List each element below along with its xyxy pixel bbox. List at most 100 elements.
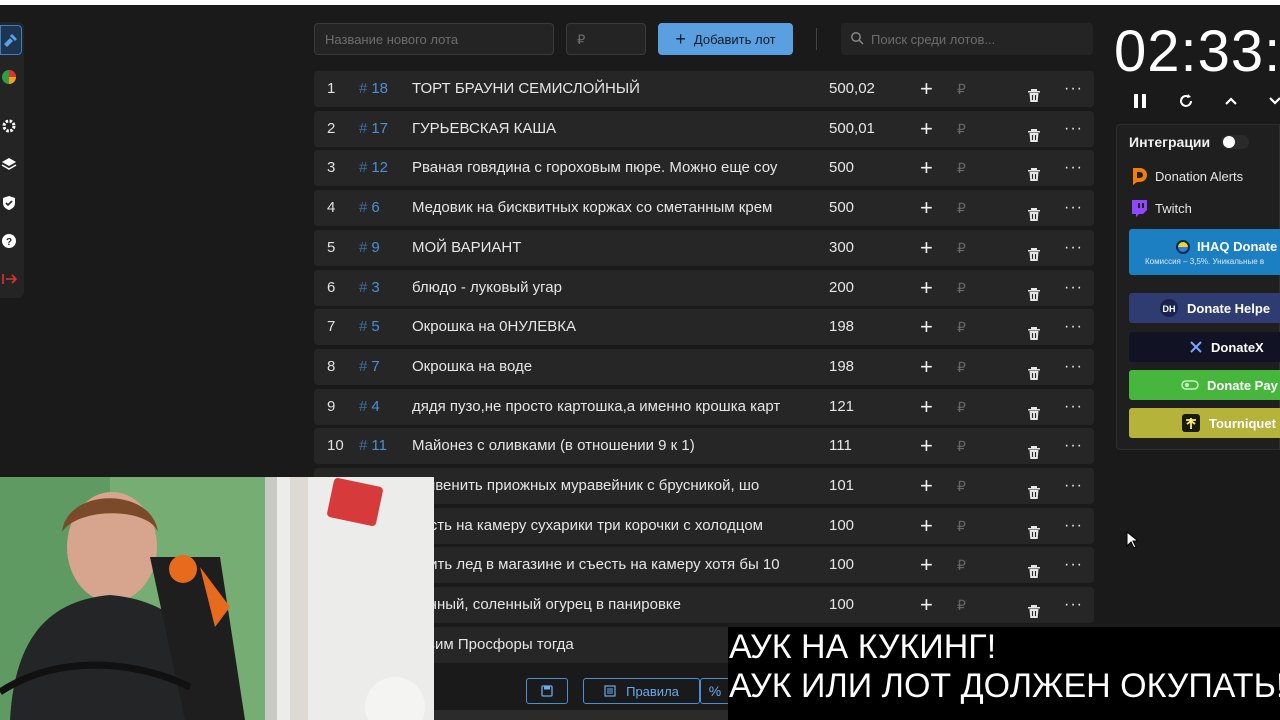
lot-amount[interactable]: 198 (829, 349, 854, 385)
gear-icon[interactable] (0, 117, 18, 135)
more-menu-button[interactable]: ··· (1064, 468, 1083, 504)
lot-amount[interactable]: 101 (829, 468, 854, 504)
ihaq-donate-button[interactable]: IHAQ Donate Комиссия – 3,5%. Уникальные … (1129, 229, 1280, 275)
add-amount-button[interactable]: + (920, 309, 933, 345)
lot-row[interactable]: 3 #12 Рваная говядина с гороховым пюре. Мо… (314, 150, 1094, 187)
shield-icon[interactable] (0, 194, 18, 212)
lot-name[interactable]: ГУРЬЕВСКАЯ КАША (412, 111, 796, 147)
lot-name[interactable]: ъесть на камеру сухарики три корочки с х… (412, 508, 796, 544)
lot-name[interactable]: МОЙ ВАРИАНТ (412, 230, 796, 266)
more-menu-button[interactable]: ··· (1064, 508, 1083, 544)
rules-button[interactable]: Правила (583, 678, 700, 704)
add-amount-button[interactable]: + (920, 111, 933, 147)
add-amount-button[interactable]: + (920, 587, 933, 623)
percent-button[interactable]: % (700, 678, 730, 704)
trash-icon[interactable] (1026, 518, 1042, 539)
trash-icon[interactable] (1026, 280, 1042, 301)
lot-amount[interactable]: 111 (829, 428, 852, 464)
help-icon[interactable]: ? (0, 232, 18, 250)
trash-icon[interactable] (1026, 597, 1042, 619)
lot-row[interactable]: 4 #6 Медовик на бисквитных коржах со смета… (314, 190, 1094, 227)
save-button[interactable] (526, 678, 568, 704)
pie-chart-icon[interactable] (0, 68, 18, 86)
trash-icon[interactable] (1026, 478, 1042, 499)
donate-helper-button[interactable]: DH Donate Helpe (1129, 293, 1280, 323)
lot-name[interactable]: Рваная говядина с гороховым пюре. Можно … (412, 150, 796, 186)
lot-name[interactable]: отивенить приожных муравейник с бруснико… (412, 468, 796, 504)
more-menu-button[interactable]: ··· (1064, 150, 1083, 186)
more-menu-button[interactable]: ··· (1064, 270, 1083, 306)
lot-id-link[interactable]: #18 (359, 71, 388, 107)
lot-amount[interactable]: 300 (829, 230, 854, 266)
chevron-down-icon[interactable] (1264, 90, 1280, 112)
lot-row[interactable]: 8 #7 Окрошка на воде 198 + ₽ ··· (314, 348, 1094, 385)
gavel-icon[interactable] (0, 25, 22, 55)
donate-pay-button[interactable]: Donate Pay (1129, 370, 1280, 400)
lot-row[interactable]: 9 #4 дядя пузо,не просто картошка,а именно… (314, 388, 1094, 425)
trash-icon[interactable] (1026, 319, 1042, 341)
lot-amount[interactable]: 500 (829, 190, 854, 226)
lot-name[interactable]: Медовик на бисквитных коржах со сметанны… (412, 190, 796, 226)
lot-amount[interactable]: 200 (829, 270, 854, 306)
lot-id-link[interactable]: #9 (359, 230, 380, 266)
trash-icon[interactable] (1026, 438, 1042, 460)
integrations-toggle[interactable] (1221, 135, 1249, 149)
lot-name[interactable]: Окрошка на воде (412, 349, 796, 385)
add-lot-button[interactable]: + Добавить лот (658, 23, 793, 55)
lot-name[interactable]: Майонез с оливками (в отношении 9 к 1) (412, 428, 796, 464)
logout-icon[interactable] (0, 270, 18, 288)
lot-name[interactable]: блюдо - луковый угар (412, 270, 796, 306)
lot-row[interactable]: 2 #17 ГУРЬЕВСКАЯ КАША 500,01 + ₽ ··· (314, 110, 1094, 147)
lot-id-link[interactable]: #12 (359, 150, 388, 186)
integration-twitch[interactable]: Twitch (1129, 197, 1192, 219)
add-amount-button[interactable]: + (920, 270, 933, 306)
more-menu-button[interactable]: ··· (1064, 230, 1083, 266)
add-amount-button[interactable]: + (920, 428, 933, 464)
lot-amount[interactable]: 100 (829, 508, 854, 544)
add-amount-button[interactable]: + (920, 150, 933, 186)
more-menu-button[interactable]: ··· (1064, 547, 1083, 583)
add-amount-button[interactable]: + (920, 389, 933, 425)
tourniquet-button[interactable]: Tourniquet (1129, 408, 1280, 438)
lot-amount[interactable]: 100 (829, 587, 854, 623)
lot-amount[interactable]: 500,01 (829, 111, 875, 147)
lot-amount[interactable]: 100 (829, 547, 854, 583)
lot-name-input[interactable] (314, 23, 554, 55)
trash-icon[interactable] (1026, 160, 1042, 182)
lot-id-link[interactable]: #3 (359, 270, 380, 306)
lot-row[interactable]: 6 #3 блюдо - луковый угар 200 + ₽ ··· (314, 269, 1094, 306)
lot-name[interactable]: илить лед в магазине и съесть на камеру … (412, 547, 796, 583)
add-amount-button[interactable]: + (920, 71, 933, 107)
more-menu-button[interactable]: ··· (1064, 428, 1083, 464)
chevron-up-icon[interactable] (1220, 90, 1242, 112)
add-amount-button[interactable]: + (920, 508, 933, 544)
lot-id-link[interactable]: #7 (359, 349, 380, 385)
more-menu-button[interactable]: ··· (1064, 190, 1083, 226)
lot-amount[interactable]: 198 (829, 309, 854, 345)
lot-name[interactable]: ренный, соленный огурец в панировке (412, 587, 796, 623)
trash-icon[interactable] (1026, 81, 1042, 102)
lot-id-link[interactable]: #17 (359, 111, 388, 147)
add-amount-button[interactable]: + (920, 349, 933, 385)
lot-name[interactable]: дядя пузо,не просто картошка,а именно кр… (412, 389, 796, 425)
lot-id-link[interactable]: #4 (359, 389, 380, 425)
search-input[interactable] (871, 23, 1091, 55)
more-menu-button[interactable]: ··· (1064, 587, 1083, 623)
add-amount-button[interactable]: + (920, 190, 933, 226)
lot-amount[interactable]: 500,02 (829, 71, 875, 107)
trash-icon[interactable] (1026, 359, 1042, 380)
lot-id-link[interactable]: #5 (359, 309, 380, 345)
trash-icon[interactable] (1026, 240, 1042, 261)
more-menu-button[interactable]: ··· (1064, 71, 1083, 107)
lot-row[interactable]: 5 #9 МОЙ ВАРИАНТ 300 + ₽ ··· (314, 229, 1094, 266)
add-amount-button[interactable]: + (920, 547, 933, 583)
add-amount-button[interactable]: + (920, 468, 933, 504)
search-box[interactable] (841, 23, 1093, 55)
lot-row[interactable]: 1 #18 ТОРТ БРАУНИ СЕМИСЛОЙНЫЙ 500,02 + ₽ ··· (314, 71, 1094, 107)
more-menu-button[interactable]: ··· (1064, 389, 1083, 425)
trash-icon[interactable] (1026, 200, 1042, 222)
add-amount-button[interactable]: + (920, 230, 933, 266)
lot-id-link[interactable]: #11 (359, 428, 387, 464)
lot-id-link[interactable]: #6 (359, 190, 380, 226)
lot-amount[interactable]: 500 (829, 150, 854, 186)
